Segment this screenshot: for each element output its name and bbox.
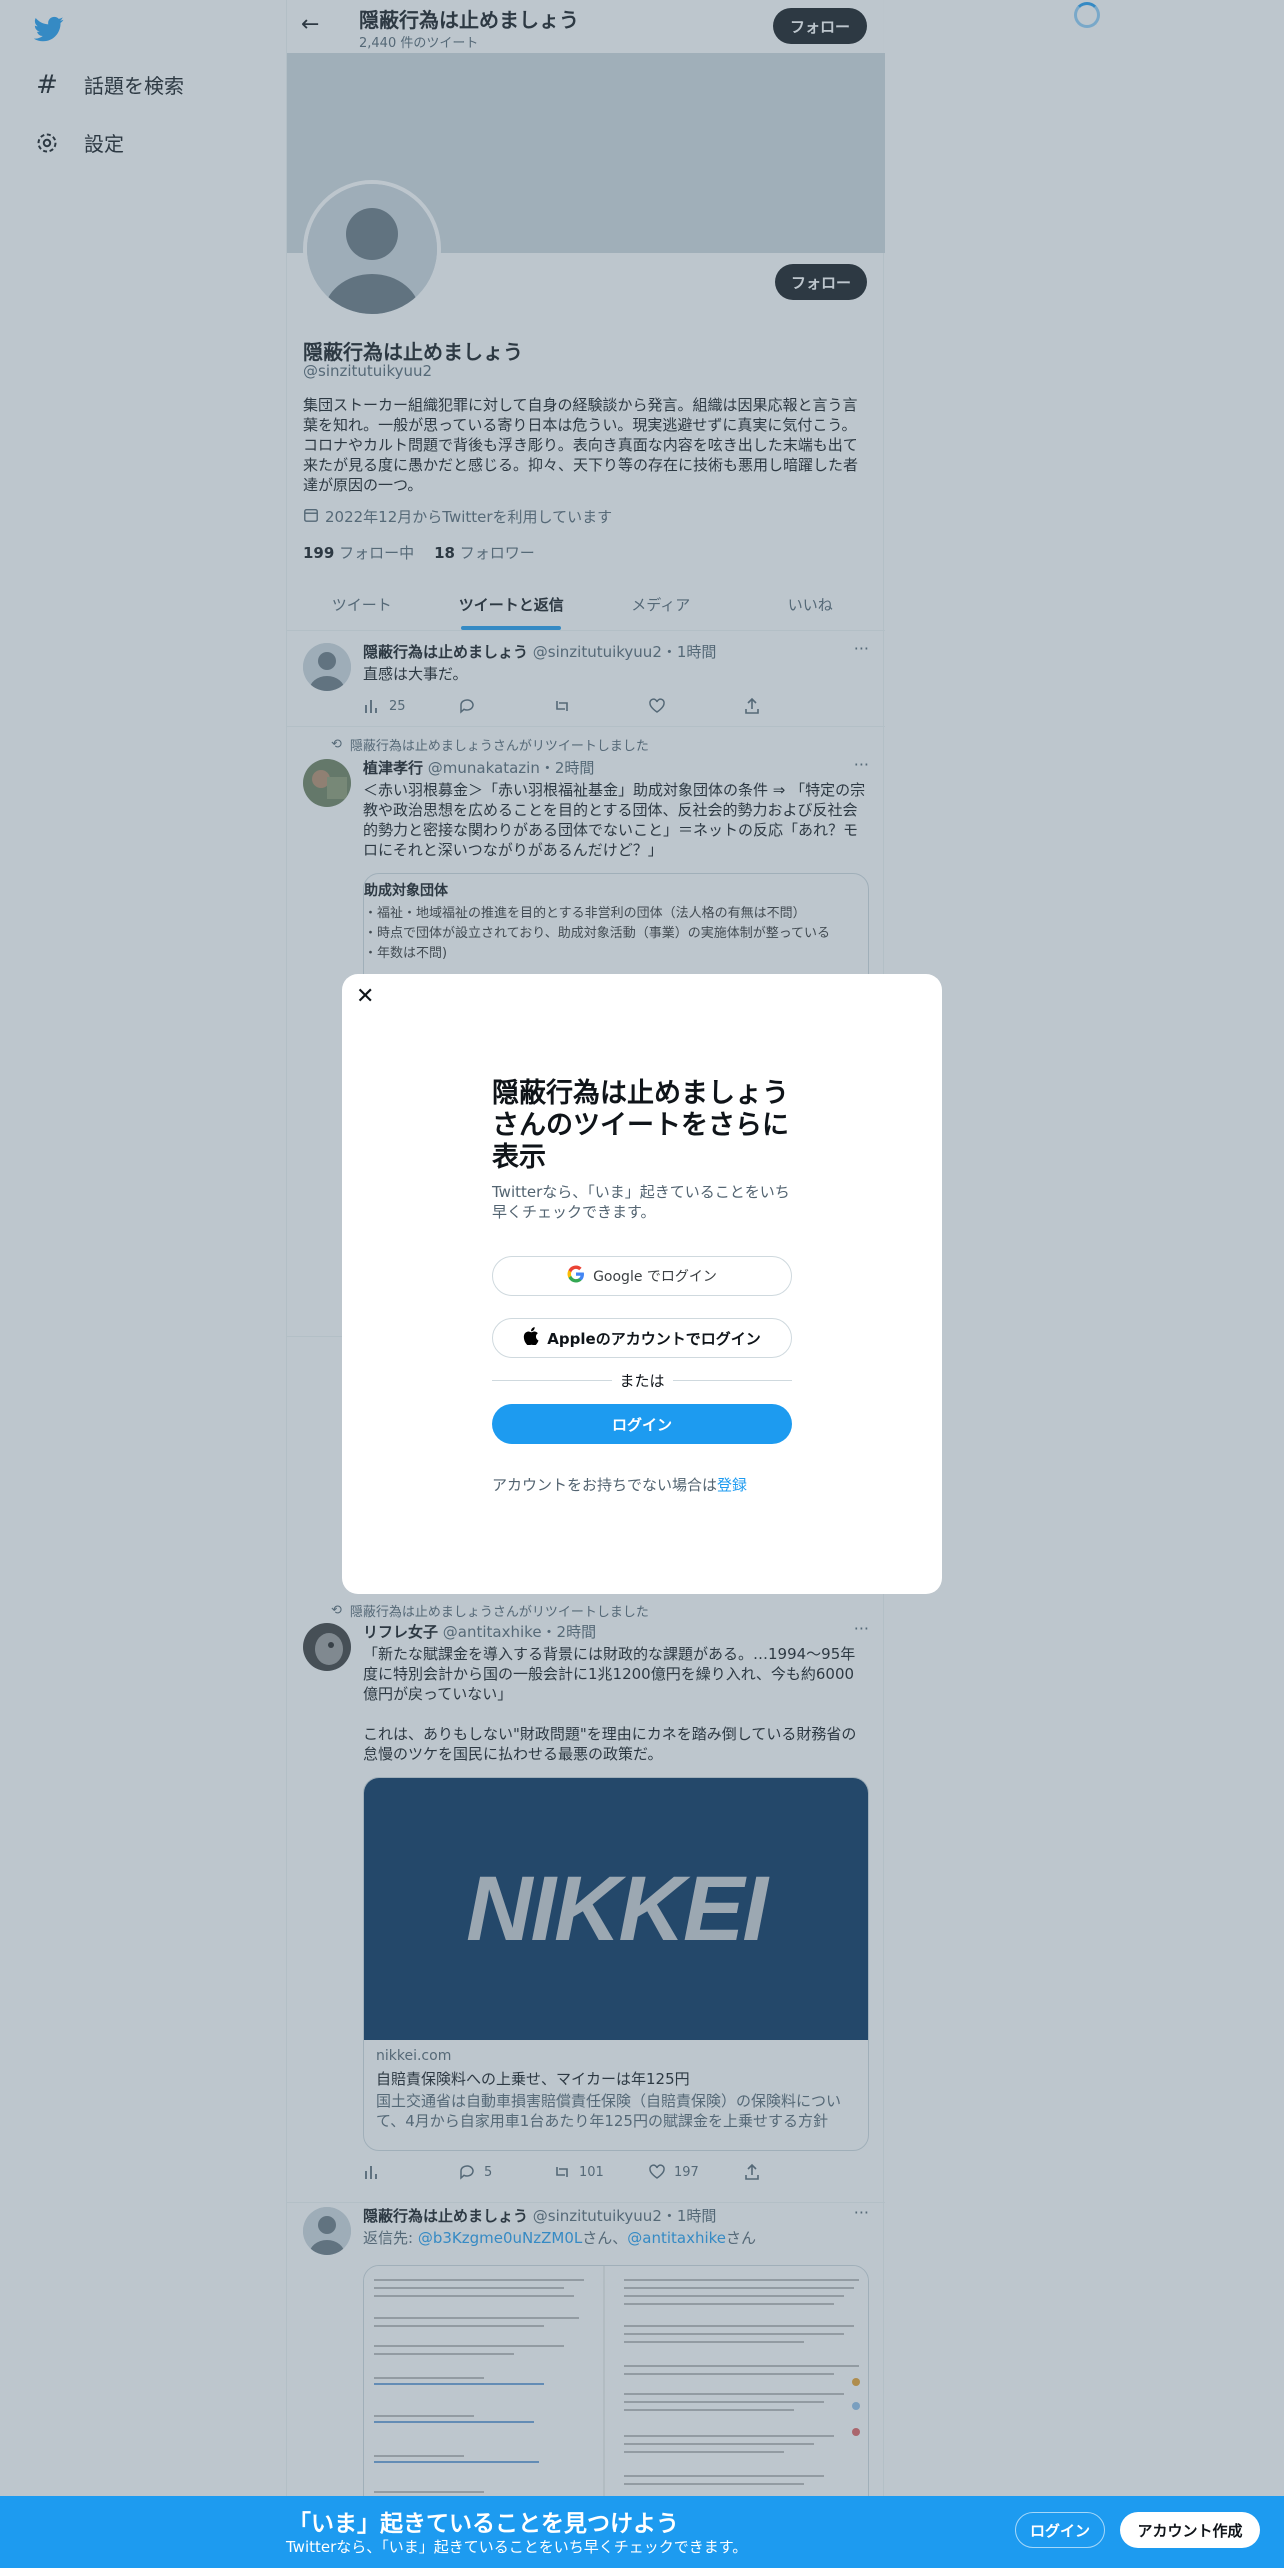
google-login-button[interactable]: Google でログイン bbox=[492, 1256, 792, 1296]
bottom-signup-bar: 「いま」起きていることを見つけよう Twitterなら、「いま」起きていることを… bbox=[0, 2496, 1284, 2568]
apple-icon bbox=[523, 1327, 539, 1349]
google-login-label: Google でログイン bbox=[593, 1269, 717, 1285]
bottom-bar-subtitle: Twitterなら、「いま」起きていることをいち早くチェックできます。 bbox=[286, 2538, 748, 2556]
bottom-login-button[interactable]: ログイン bbox=[1015, 2512, 1105, 2548]
or-divider: または bbox=[492, 1370, 792, 1391]
close-icon[interactable]: ✕ bbox=[356, 984, 374, 1009]
signup-prefix: アカウントをお持ちでない場合は bbox=[492, 1476, 718, 1494]
or-label: または bbox=[619, 1372, 665, 1390]
signup-prompt: アカウントをお持ちでない場合は登録 bbox=[492, 1474, 747, 1495]
signup-link[interactable]: 登録 bbox=[717, 1476, 747, 1494]
apple-login-label: Appleのアカウントでログイン bbox=[547, 1329, 761, 1348]
login-modal: ✕ 隠蔽行為は止めましょうさんのツイートをさらに表示 Twitterなら、「いま… bbox=[342, 974, 942, 1594]
google-icon bbox=[567, 1265, 585, 1287]
modal-title: 隠蔽行為は止めましょうさんのツイートをさらに表示 bbox=[492, 1078, 789, 1173]
modal-description: Twitterなら、「いま」起きていることをいち早くチェックできます。 bbox=[492, 1183, 790, 1221]
bottom-signup-button[interactable]: アカウント作成 bbox=[1120, 2512, 1260, 2548]
bottom-bar-title: 「いま」起きていることを見つけよう bbox=[288, 2511, 679, 2537]
apple-login-button[interactable]: Appleのアカウントでログイン bbox=[492, 1318, 792, 1358]
modal-login-button[interactable]: ログイン bbox=[492, 1404, 792, 1444]
